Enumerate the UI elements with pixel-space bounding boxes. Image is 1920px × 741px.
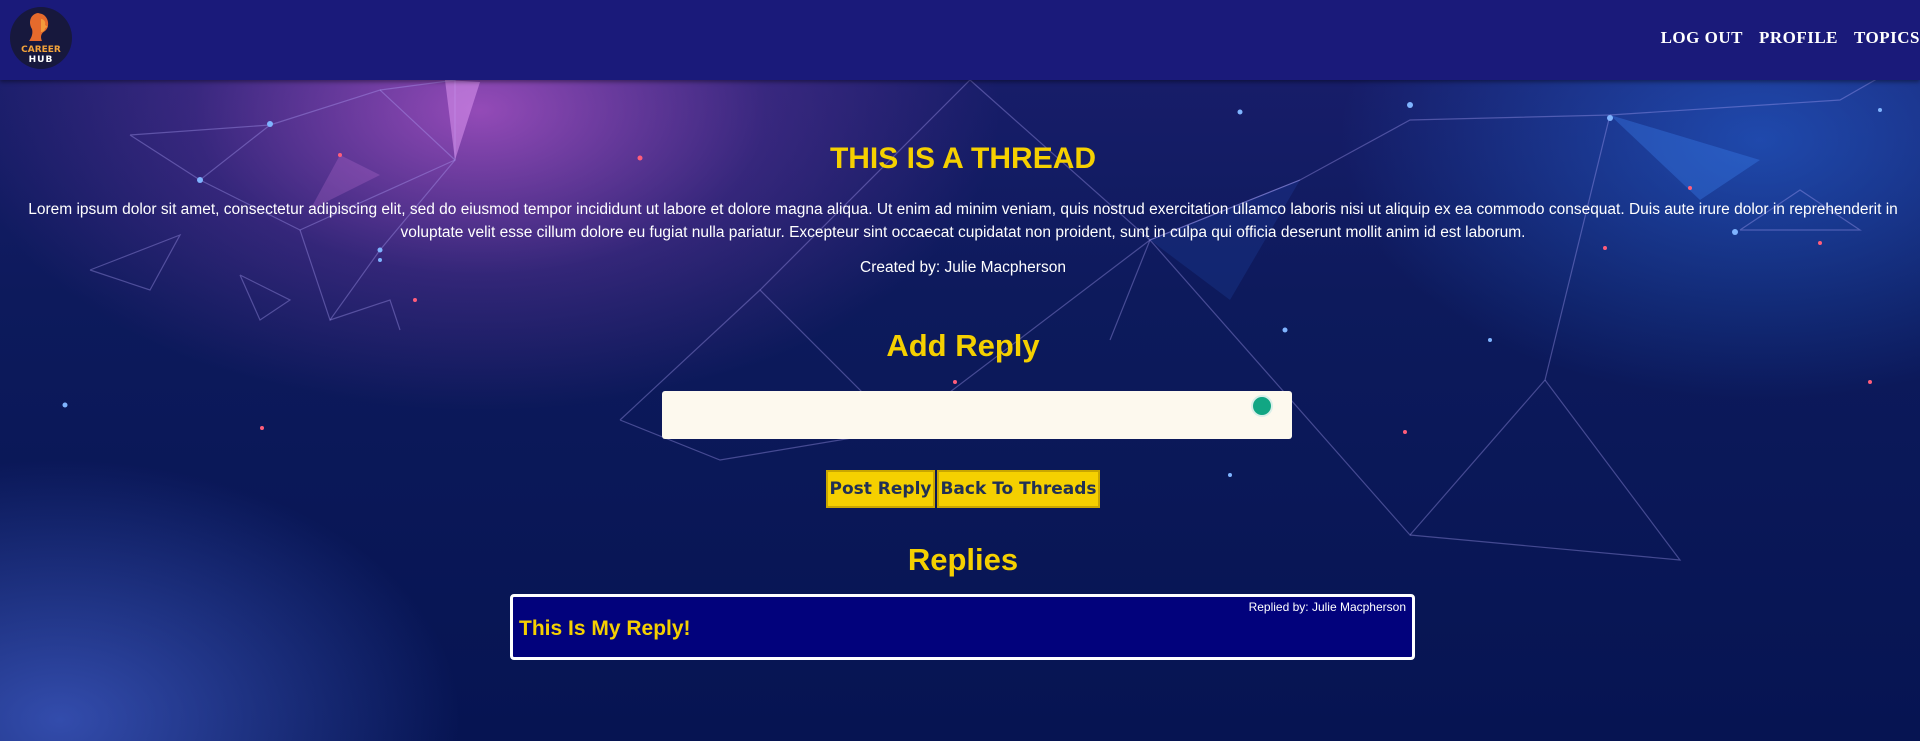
reply-input[interactable] [662,391,1292,439]
logout-link[interactable]: LOG OUT [1661,28,1743,48]
replies-heading: Replies [907,542,1019,577]
person-silhouette-icon [29,13,49,41]
post-reply-button[interactable]: Post Reply [826,470,935,508]
career-hub-logo[interactable]: CAREER HUB [10,7,72,69]
add-reply-heading: Add Reply [886,328,1040,363]
main-nav: LOG OUT PROFILE TOPICS [1661,28,1920,48]
thread-title: THIS IS A THREAD [829,142,1097,175]
thread-author: Created by: Julie Macpherson [860,259,1066,276]
reply-author: Replied by: Julie Macpherson [1248,600,1406,614]
reply-text: This Is My Reply! [519,617,691,640]
topics-link[interactable]: TOPICS [1854,28,1920,48]
top-navbar: CAREER HUB LOG OUT PROFILE TOPICS [0,0,1920,80]
logo-line2: HUB [28,55,54,65]
grammarly-icon[interactable] [1251,395,1273,417]
back-to-threads-button[interactable]: Back To Threads [937,470,1100,508]
thread-body: Lorem ipsum dolor sit amet, consectetur … [28,201,1898,241]
logo-line1: CAREER [21,45,61,55]
profile-link[interactable]: PROFILE [1759,28,1838,48]
reply-card: Replied by: Julie Macpherson This Is My … [510,594,1415,660]
